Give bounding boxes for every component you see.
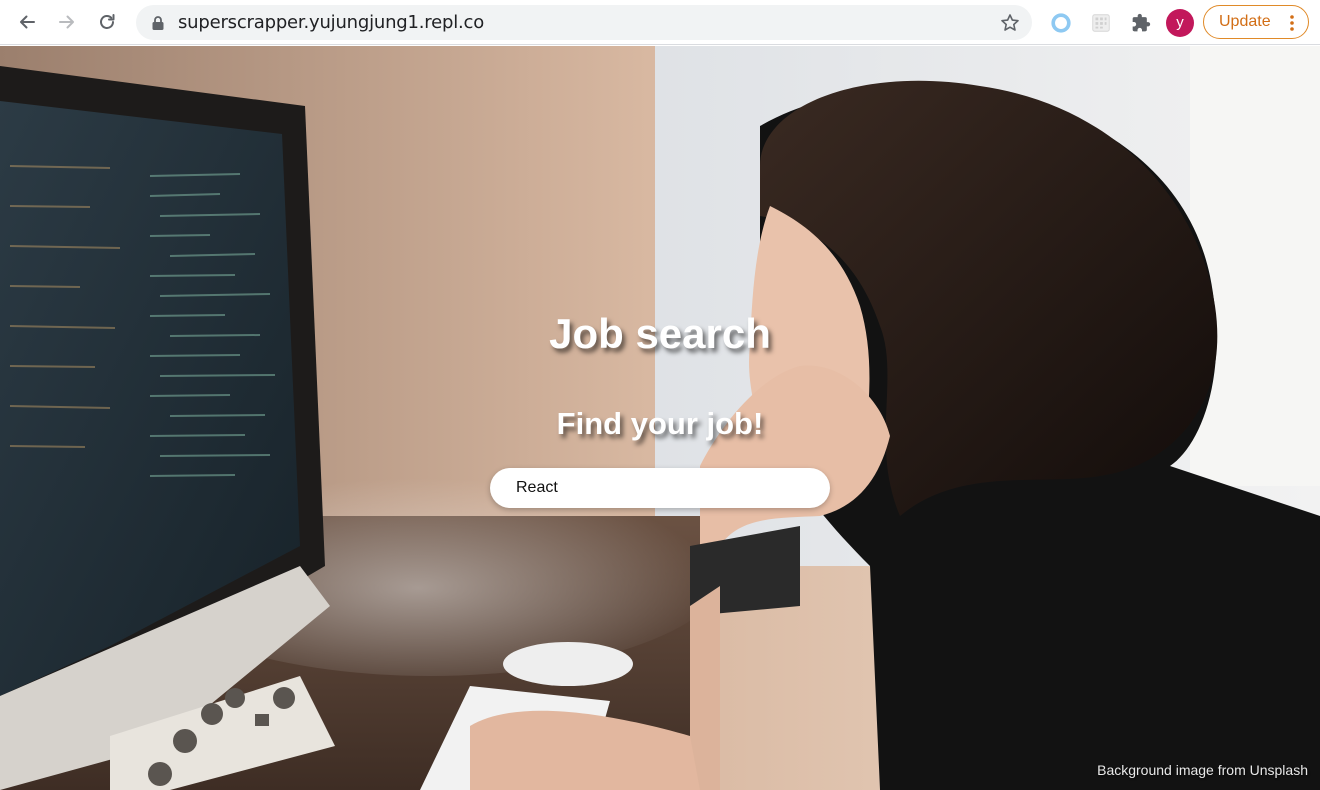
background-credit: Background image from Unsplash: [1097, 762, 1308, 778]
forward-arrow-icon: [59, 15, 74, 29]
lock-icon[interactable]: [151, 15, 165, 31]
forward-button[interactable]: [51, 6, 83, 38]
extension-grid-icon: [1092, 14, 1110, 32]
extension-button-2[interactable]: [1089, 11, 1113, 35]
back-button[interactable]: [11, 6, 43, 38]
reload-icon: [100, 14, 115, 29]
reload-button[interactable]: [91, 6, 123, 38]
bookmark-star-icon[interactable]: [1000, 13, 1020, 33]
page-viewport: Job search Find your job! Background ima…: [0, 46, 1320, 790]
hero-section: Job search Find your job! Background ima…: [0, 46, 1320, 790]
profile-avatar[interactable]: y: [1166, 9, 1194, 37]
page-subtitle: Find your job!: [556, 406, 764, 441]
update-label: Update: [1219, 13, 1271, 30]
back-arrow-icon: [20, 15, 35, 29]
puzzle-icon: [1132, 13, 1151, 32]
extensions-menu-button[interactable]: [1129, 11, 1153, 35]
kebab-menu-icon: [1290, 15, 1294, 31]
url-text[interactable]: superscrapper.yujungjung1.repl.co: [178, 5, 484, 40]
extension-circle-icon: [1051, 13, 1071, 33]
job-search-input[interactable]: [490, 468, 830, 508]
browser-toolbar: superscrapper.yujungjung1.repl.co y Upda…: [0, 0, 1320, 45]
update-button[interactable]: Update: [1203, 5, 1309, 39]
page-title: Job search: [549, 310, 771, 357]
address-bar[interactable]: superscrapper.yujungjung1.repl.co: [136, 5, 1032, 40]
extension-button-1[interactable]: [1049, 11, 1073, 35]
